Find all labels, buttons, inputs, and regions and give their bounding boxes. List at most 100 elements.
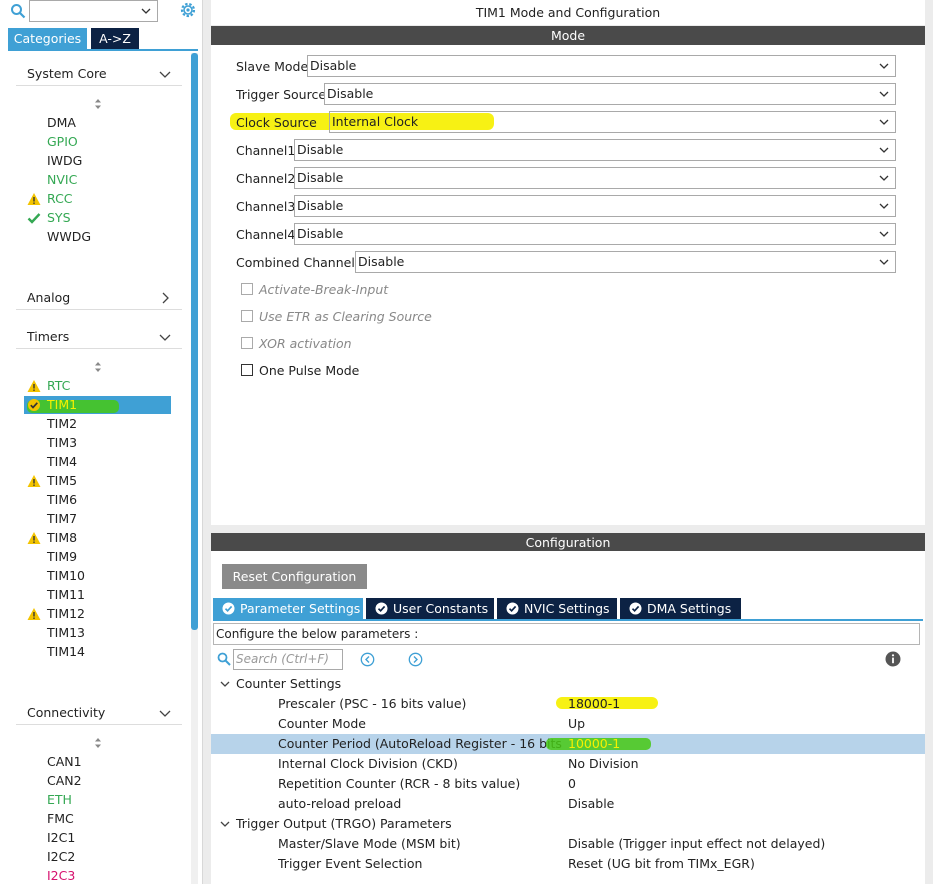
param-row-counter-period-value[interactable]: 10000-1 (211, 734, 925, 754)
param-row-auto-reload-preload[interactable]: auto-reload preload Disable (211, 794, 925, 814)
chevron-down-icon (159, 71, 171, 78)
sidebar-item-tim1[interactable]: TIM1 (28, 396, 77, 414)
sidebar-item-can1[interactable]: CAN1 (47, 753, 82, 771)
gear-icon[interactable] (179, 1, 197, 19)
sidebar-item-rtc[interactable]: RTC (27, 377, 71, 395)
select-value: Disable (297, 170, 344, 185)
sidebar-item-tim6[interactable]: TIM6 (47, 491, 77, 509)
param-name: Prescaler (PSC - 16 bits value) (278, 696, 467, 711)
tab-parameter-settings[interactable]: Parameter Settings (213, 598, 363, 619)
channel1-select[interactable]: Disable (294, 139, 896, 161)
chevron-down-icon[interactable] (140, 5, 152, 17)
sidebar-item-tim4[interactable]: TIM4 (47, 453, 77, 471)
tab-categories[interactable]: Categories (8, 28, 87, 49)
sidebar-item-dma[interactable]: DMA (47, 114, 76, 132)
sidebar-scrollbar-thumb[interactable] (191, 53, 198, 630)
checkbox-box[interactable] (241, 310, 253, 322)
section-timers[interactable]: Timers (16, 327, 182, 349)
item-label: RTC (47, 378, 71, 393)
chevron-down-icon (879, 259, 889, 265)
checkbox-box[interactable] (241, 337, 253, 349)
item-label: TIM9 (47, 549, 78, 564)
item-label: WWDG (47, 229, 92, 244)
sidebar-item-tim10[interactable]: TIM10 (47, 567, 85, 585)
sidebar-item-tim3[interactable]: TIM3 (47, 434, 77, 452)
sidebar-item-tim9[interactable]: TIM9 (47, 548, 77, 566)
sidebar-item-rcc[interactable]: RCC (27, 190, 73, 208)
parameter-search-input[interactable]: Search (Ctrl+F) (233, 649, 343, 670)
sidebar-item-wwdg[interactable]: WWDG (47, 228, 91, 246)
sidebar-item-tim7[interactable]: TIM7 (47, 510, 77, 528)
checkbox-box[interactable] (241, 283, 253, 295)
param-row-clock-division[interactable]: Internal Clock Division (CKD) No Divisio… (211, 754, 925, 774)
param-row-counter-mode[interactable]: Counter Mode Up (211, 714, 925, 734)
param-value[interactable]: Disable (Trigger input effect not delaye… (568, 834, 825, 854)
sidebar-item-tim14[interactable]: TIM14 (47, 643, 85, 661)
reset-configuration-button[interactable]: Reset Configuration (222, 564, 367, 589)
channel4-select[interactable]: Disable (294, 223, 896, 245)
checkbox-label: Use ETR as Clearing Source (259, 309, 432, 324)
param-row-trigger-event-selection[interactable]: Trigger Event Selection Reset (UG bit fr… (211, 854, 925, 874)
chevron-down-icon (879, 231, 889, 237)
sidebar-item-tim12[interactable]: TIM12 (27, 605, 85, 623)
previous-result-icon[interactable] (360, 652, 375, 667)
checkbox-box[interactable] (241, 364, 253, 376)
tabs-underline (8, 49, 198, 51)
sidebar-item-fmc[interactable]: FMC (47, 810, 74, 828)
chevron-down-icon[interactable] (219, 818, 231, 830)
sidebar-item-i2c2[interactable]: I2C2 (47, 848, 75, 866)
param-row-prescaler[interactable]: Prescaler (PSC - 16 bits value) 18000-1 (211, 694, 925, 714)
tab-a-to-z[interactable]: A->Z (91, 28, 139, 49)
tab-dma-settings[interactable]: DMA Settings (620, 598, 741, 619)
sidebar-item-sys[interactable]: SYS (27, 209, 71, 227)
param-value[interactable]: 18000-1 (568, 694, 620, 714)
tab-user-constants[interactable]: User Constants (366, 598, 494, 619)
section-system-core[interactable]: System Core (16, 64, 182, 86)
sidebar-item-nvic[interactable]: NVIC (47, 171, 77, 189)
section-connectivity[interactable]: Connectivity (16, 703, 182, 725)
sort-icon[interactable] (92, 361, 104, 373)
channel3-select[interactable]: Disable (294, 195, 896, 217)
sidebar-item-i2c3[interactable]: I2C3 (47, 867, 75, 884)
chevron-down-icon (879, 91, 889, 97)
param-value[interactable]: Reset (UG bit from TIMx_EGR) (568, 854, 755, 874)
param-row-master-slave-mode[interactable]: Master/Slave Mode (MSM bit) Disable (Tri… (211, 834, 925, 854)
param-value[interactable]: Up (568, 714, 585, 734)
section-title: Connectivity (27, 705, 106, 720)
sidebar-item-can2[interactable]: CAN2 (47, 772, 82, 790)
info-icon[interactable] (885, 651, 901, 667)
search-icon[interactable] (10, 3, 26, 19)
sidebar-item-tim2[interactable]: TIM2 (47, 415, 77, 433)
sidebar-item-tim11[interactable]: TIM11 (47, 586, 85, 604)
sidebar-item-gpio[interactable]: GPIO (47, 133, 78, 151)
chevron-down-icon[interactable] (219, 678, 231, 690)
combined-channels-select[interactable]: Disable (355, 251, 896, 273)
sidebar-item-tim13[interactable]: TIM13 (47, 624, 85, 642)
param-value[interactable]: Disable (568, 794, 614, 814)
param-row-repetition-counter[interactable]: Repetition Counter (RCR - 8 bits value) … (211, 774, 925, 794)
sort-icon[interactable] (92, 737, 104, 749)
section-analog[interactable]: Analog (16, 288, 182, 310)
trigger-source-select[interactable]: Disable (324, 83, 896, 105)
sidebar-item-i2c1[interactable]: I2C1 (47, 829, 75, 847)
sidebar-search-combobox[interactable] (29, 0, 158, 22)
sidebar-item-tim8[interactable]: TIM8 (27, 529, 77, 547)
select-value: Disable (297, 198, 344, 213)
clock-source-select[interactable]: Internal Clock (329, 111, 896, 133)
sidebar-item-eth[interactable]: ETH (47, 791, 72, 809)
check-circle-icon (28, 399, 40, 411)
sidebar-item-tim5[interactable]: TIM5 (27, 472, 77, 490)
select-value: Disable (327, 86, 374, 101)
item-label: TIM6 (47, 492, 78, 507)
slave-mode-select[interactable]: Disable (307, 55, 896, 77)
group-counter-settings[interactable]: Counter Settings (211, 674, 925, 694)
param-value[interactable]: 10000-1 (568, 734, 620, 754)
channel2-select[interactable]: Disable (294, 167, 896, 189)
next-result-icon[interactable] (408, 652, 423, 667)
group-trgo-parameters[interactable]: Trigger Output (TRGO) Parameters (211, 814, 925, 834)
param-value[interactable]: 0 (568, 774, 576, 794)
param-value[interactable]: No Division (568, 754, 639, 774)
tab-nvic-settings[interactable]: NVIC Settings (497, 598, 617, 619)
sort-icon[interactable] (92, 98, 104, 110)
sidebar-item-iwdg[interactable]: IWDG (47, 152, 82, 170)
